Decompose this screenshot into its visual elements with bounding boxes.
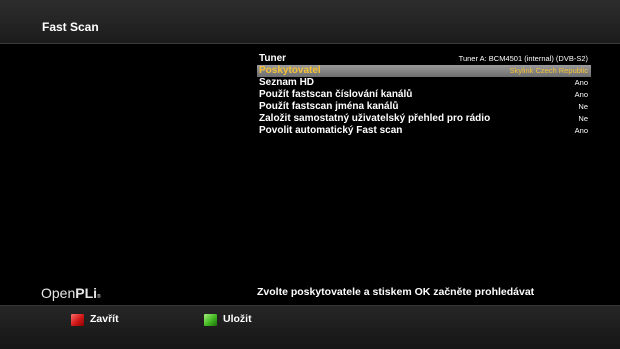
green-key-icon[interactable] [204,314,217,326]
config-row-hd-list[interactable]: Seznam HD Ano [257,77,591,89]
config-value: Ne [578,114,588,123]
config-label: Povolit automatický Fast scan [259,125,403,136]
help-text: Zvolte poskytovatele a stiskem OK začnět… [257,286,535,298]
config-row-auto-fastscan[interactable]: Povolit automatický Fast scan Ano [257,125,591,137]
config-value: Ano [574,78,588,87]
config-label: Použít fastscan číslování kanálů [259,89,413,100]
fast-scan-screen: Fast Scan Tuner Tuner A: BCM4501 (intern… [0,0,620,349]
config-value: Skylink Czech Republic [509,66,588,75]
config-label: Tuner [259,53,287,64]
config-row-channel-names[interactable]: Použít fastscan jména kanálů Ne [257,101,591,113]
logo-registered-mark: ® [97,294,101,300]
button-bar: Zavřít Uložit [0,305,620,349]
config-value: Ano [574,90,588,99]
config-value: Ne [578,102,588,111]
config-label: Seznam HD [259,77,315,88]
config-label: Založit samostatný uživatelský přehled p… [259,113,491,124]
config-value: Ano [574,126,588,135]
red-key-icon[interactable] [71,314,84,326]
config-list: Tuner Tuner A: BCM4501 (internal) (DVB-S… [257,53,591,137]
config-row-radio-bouquet[interactable]: Založit samostatný uživatelský přehled p… [257,113,591,125]
config-row-provider[interactable]: Poskytovatel Skylink Czech Republic [257,65,591,77]
logo-text-accent: PLi [75,285,98,301]
close-button[interactable]: Zavřít [90,313,119,325]
window-title: Fast Scan [42,20,99,34]
openpli-logo: OpenPLi® [41,285,101,301]
config-value: Tuner A: BCM4501 (internal) (DVB-S2) [458,54,588,63]
logo-text-main: Open [41,285,76,301]
config-label: Poskytovatel [259,65,321,76]
config-row-tuner[interactable]: Tuner Tuner A: BCM4501 (internal) (DVB-S… [257,53,591,65]
title-bar: Fast Scan [0,0,620,44]
config-row-channel-numbering[interactable]: Použít fastscan číslování kanálů Ano [257,89,591,101]
save-button[interactable]: Uložit [223,313,252,325]
config-label: Použít fastscan jména kanálů [259,101,399,112]
